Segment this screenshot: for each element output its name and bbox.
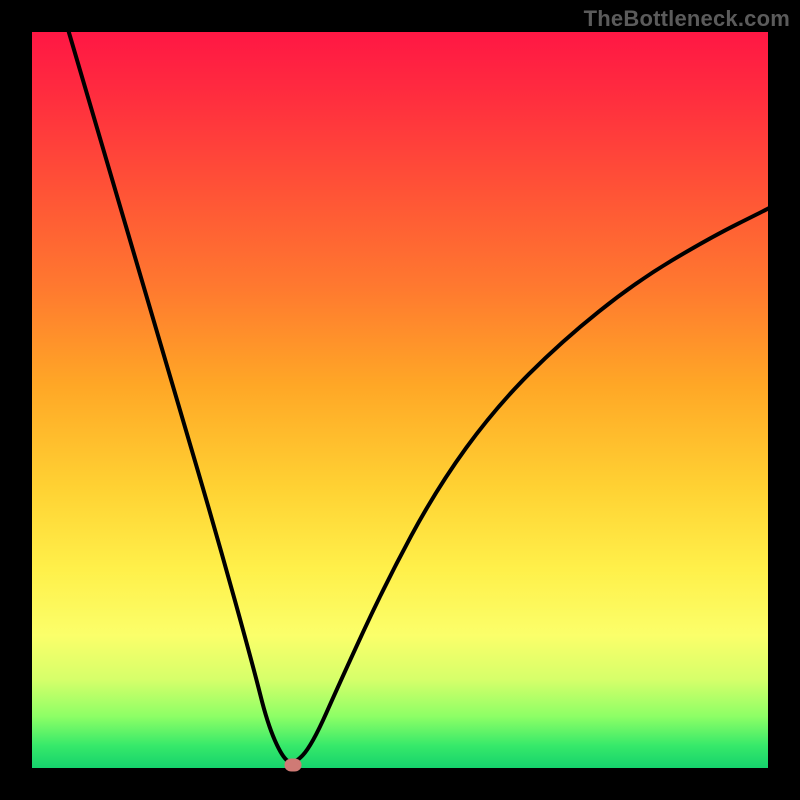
chart-frame: TheBottleneck.com [0, 0, 800, 800]
minimum-marker [285, 759, 302, 772]
bottleneck-curve [32, 32, 768, 768]
plot-area [32, 32, 768, 768]
watermark-text: TheBottleneck.com [584, 6, 790, 32]
